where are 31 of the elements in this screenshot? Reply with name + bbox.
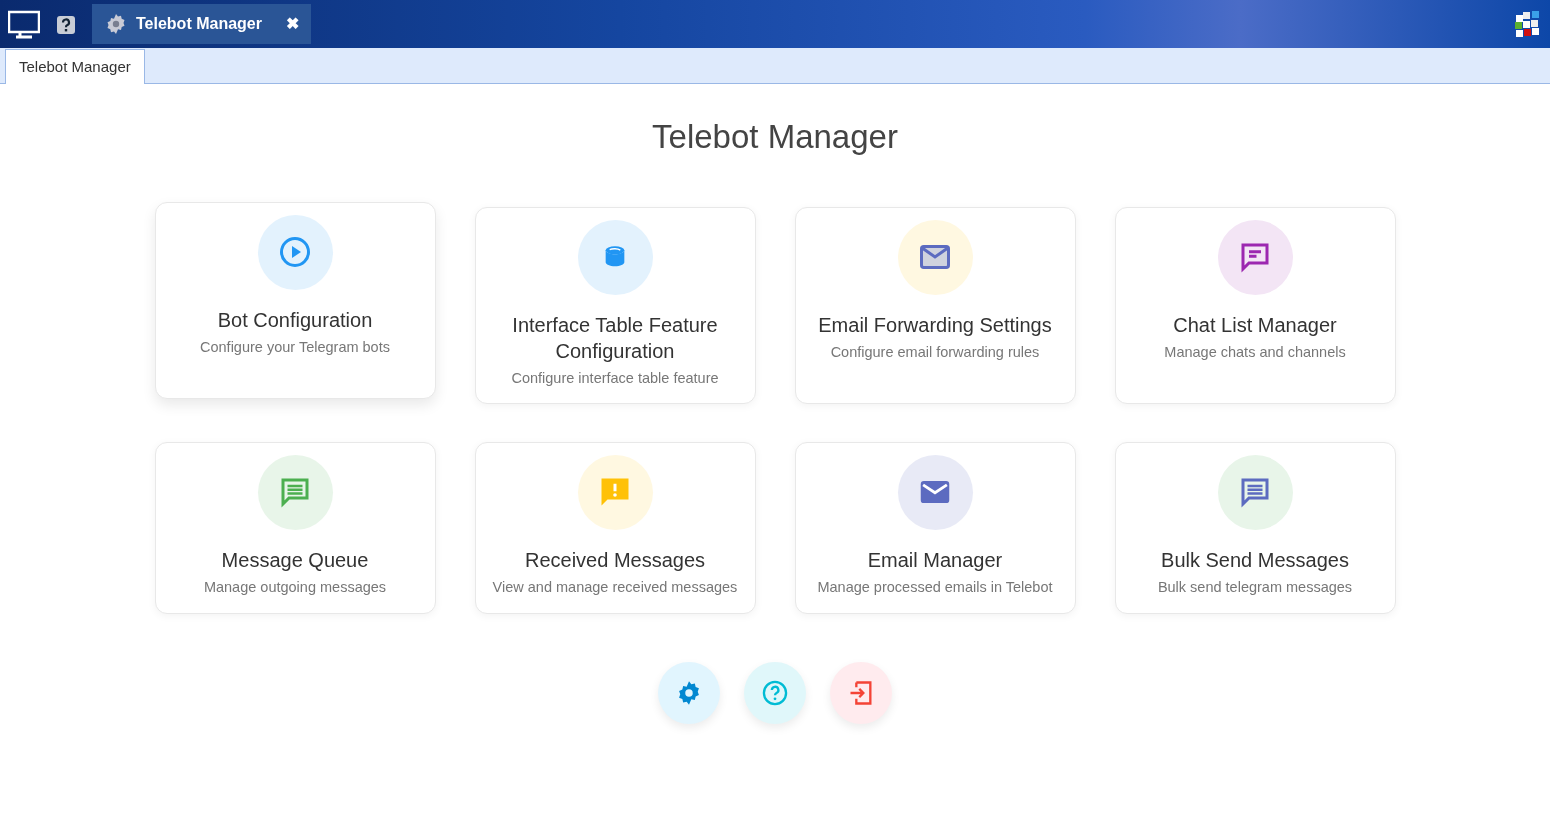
monitor-icon (8, 8, 40, 40)
feature-card[interactable]: Message Queue Manage outgoing messages (154, 441, 436, 614)
card-description: Manage outgoing messages (202, 577, 388, 597)
app-tab[interactable]: Telebot Manager ✖ (92, 4, 311, 44)
page-tab[interactable]: Telebot Manager (5, 48, 145, 84)
card-title: Received Messages (523, 547, 707, 573)
close-button[interactable]: ✖ (285, 12, 299, 36)
help-icon (56, 14, 76, 35)
card-description: Manage processed emails in Telebot (816, 577, 1054, 597)
feature-card[interactable]: Bot Configuration Configure your Telegram bots (154, 201, 436, 399)
feature-card[interactable]: Interface Table Feature Configuration Configure interface table feature (474, 206, 756, 404)
card-title: Bulk Send Messages (1160, 547, 1350, 573)
card-title: Interface Table Feature Configuration (511, 312, 719, 364)
feature-card[interactable]: Email Forwarding Settings Configure email forwarding rules (794, 206, 1076, 404)
feature-card[interactable]: Chat List Manager Manage chats and channels (1114, 206, 1396, 404)
card-title: Message Queue (220, 547, 370, 573)
feature-card[interactable]: Bulk Send Messages Bulk send telegram messages (1114, 441, 1396, 614)
feature-card[interactable]: Received Messages View and manage received messages (474, 441, 756, 614)
card-description: View and manage received messages (491, 577, 739, 597)
cube-logo-icon (1512, 9, 1542, 39)
card-title: Bot Configuration (216, 307, 374, 333)
card-title: Email Forwarding Settings (817, 312, 1053, 338)
card-description: Bulk send telegram messages (1156, 577, 1354, 597)
card-description: Configure your Telegram bots (199, 337, 391, 357)
card-title: Chat List Manager (1172, 312, 1338, 338)
page-heading: Telebot Manager (652, 117, 898, 157)
card-description: Configure email forwarding rules (829, 342, 1041, 362)
feature-card[interactable]: Email Manager Manage processed emails in Telebot (794, 441, 1076, 614)
card-description: Configure interface table feature (510, 368, 720, 388)
card-title: Email Manager (866, 547, 1004, 573)
card-description: Manage chats and channels (1163, 342, 1347, 362)
